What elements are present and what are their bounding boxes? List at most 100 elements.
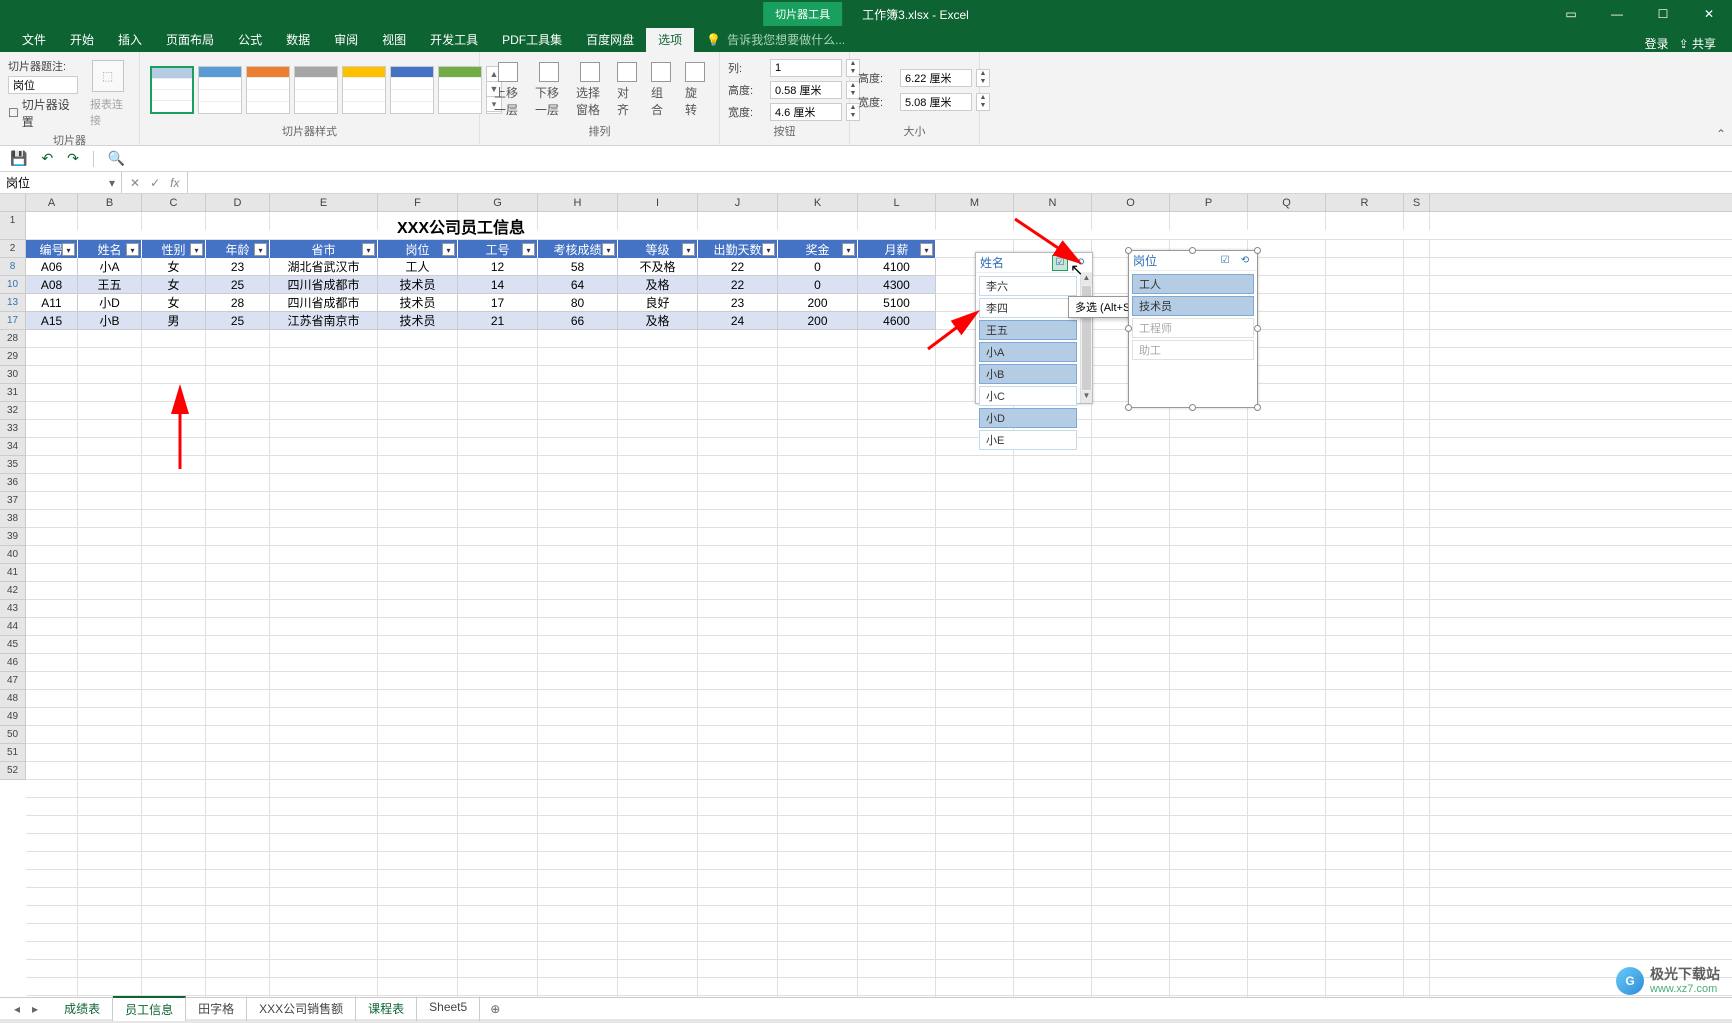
slicer-settings[interactable]: 切片器设置 <box>22 96 78 130</box>
ribbon-display-icon[interactable]: ▭ <box>1548 0 1594 28</box>
table-cell[interactable]: 12 <box>458 258 538 276</box>
filter-button[interactable]: ▾ <box>190 243 203 256</box>
table-cell[interactable]: 小D <box>78 294 142 312</box>
fx-icon[interactable]: fx <box>170 176 179 190</box>
row-header[interactable]: 42 <box>0 582 25 600</box>
row-header[interactable]: 52 <box>0 762 25 780</box>
slicer-item[interactable]: 李六 <box>979 276 1077 296</box>
table-cell[interactable]: 0 <box>778 276 858 294</box>
filter-button[interactable]: ▾ <box>522 243 535 256</box>
slicer-scrollbar[interactable]: ▲ ▼ <box>1080 273 1092 403</box>
col-header[interactable]: L <box>858 194 936 211</box>
slicer-caption-input[interactable] <box>8 76 78 94</box>
table-cell[interactable]: 25 <box>206 312 270 330</box>
table-cell[interactable]: 22 <box>698 258 778 276</box>
cancel-formula-icon[interactable]: ✕ <box>130 176 140 190</box>
filter-button[interactable]: ▾ <box>682 243 695 256</box>
col-header[interactable]: D <box>206 194 270 211</box>
table-cell[interactable]: 四川省成都市 <box>270 276 378 294</box>
table-cell[interactable]: 17 <box>458 294 538 312</box>
table-cell[interactable]: 良好 <box>618 294 698 312</box>
row-header[interactable]: 39 <box>0 528 25 546</box>
col-header[interactable]: P <box>1170 194 1248 211</box>
table-cell[interactable]: 女 <box>142 294 206 312</box>
col-header[interactable]: R <box>1326 194 1404 211</box>
table-cell[interactable]: 技术员 <box>378 294 458 312</box>
ribbon-tab-PDF工具集[interactable]: PDF工具集 <box>490 27 574 52</box>
size-height-input[interactable] <box>900 69 972 87</box>
table-cell[interactable]: 58 <box>538 258 618 276</box>
slicer-item[interactable]: 小C <box>979 386 1077 406</box>
table-cell[interactable]: 0 <box>778 258 858 276</box>
table-cell[interactable]: 4600 <box>858 312 936 330</box>
multi-select-icon[interactable]: ☑ <box>1052 255 1068 271</box>
scroll-down-icon[interactable]: ▼ <box>1081 391 1092 403</box>
close-icon[interactable]: ✕ <box>1686 0 1732 28</box>
col-header[interactable]: N <box>1014 194 1092 211</box>
col-header[interactable]: I <box>618 194 698 211</box>
sheet-tab[interactable]: 课程表 <box>356 996 417 1021</box>
name-box[interactable]: 岗位 ▾ <box>0 172 122 193</box>
table-cell[interactable]: 4300 <box>858 276 936 294</box>
row-header[interactable]: 36 <box>0 474 25 492</box>
table-cell[interactable]: 200 <box>778 294 858 312</box>
row-header[interactable]: 29 <box>0 348 25 366</box>
table-cell[interactable]: 4100 <box>858 258 936 276</box>
ribbon-tab-插入[interactable]: 插入 <box>106 27 154 52</box>
collapse-ribbon-icon[interactable]: ⌃ <box>1716 127 1726 141</box>
col-header[interactable]: H <box>538 194 618 211</box>
filter-button[interactable]: ▾ <box>442 243 455 256</box>
slicer-item[interactable]: 工人 <box>1132 274 1254 294</box>
table-cell[interactable]: 24 <box>698 312 778 330</box>
row-header[interactable]: 51 <box>0 744 25 762</box>
slicer-item[interactable]: 小D <box>979 408 1077 428</box>
row-header[interactable]: 33 <box>0 420 25 438</box>
size-width-input[interactable] <box>900 93 972 111</box>
row-header[interactable]: 1 <box>0 212 25 240</box>
multi-select-icon[interactable]: ☑ <box>1217 253 1233 269</box>
row-header[interactable]: 13 <box>0 294 25 312</box>
table-cell[interactable]: 200 <box>778 312 858 330</box>
table-cell[interactable]: 女 <box>142 258 206 276</box>
name-box-dropdown-icon[interactable]: ▾ <box>109 176 115 190</box>
undo-icon[interactable]: ↶ <box>41 150 53 167</box>
sheet-tab[interactable]: Sheet5 <box>417 996 480 1021</box>
col-header[interactable]: B <box>78 194 142 211</box>
slicer-style-gallery[interactable]: ▲▼▾ <box>148 64 504 116</box>
table-cell[interactable]: 64 <box>538 276 618 294</box>
ribbon-tab-公式[interactable]: 公式 <box>226 27 274 52</box>
share-button[interactable]: ⇪ 共享 <box>1679 35 1716 52</box>
table-cell[interactable]: A08 <box>26 276 78 294</box>
btn-width-input[interactable] <box>770 103 842 121</box>
row-header[interactable]: 32 <box>0 402 25 420</box>
col-header[interactable]: C <box>142 194 206 211</box>
tab-nav-last-icon[interactable]: ▸ <box>28 1000 42 1018</box>
row-header[interactable]: 45 <box>0 636 25 654</box>
row-header[interactable]: 43 <box>0 600 25 618</box>
align-button[interactable]: 对齐 <box>611 60 643 120</box>
col-header[interactable]: M <box>936 194 1014 211</box>
table-cell[interactable]: A15 <box>26 312 78 330</box>
add-sheet-button[interactable]: ⊕ <box>480 999 510 1019</box>
table-cell[interactable]: A11 <box>26 294 78 312</box>
table-cell[interactable]: 25 <box>206 276 270 294</box>
slicer-position[interactable]: 岗位 ☑ ⟲ 工人技术员工程师助工 <box>1128 250 1258 408</box>
table-cell[interactable]: 21 <box>458 312 538 330</box>
slicer-item[interactable]: 助工 <box>1132 340 1254 360</box>
table-cell[interactable]: 小B <box>78 312 142 330</box>
ribbon-tab-页面布局[interactable]: 页面布局 <box>154 27 226 52</box>
filter-button[interactable]: ▾ <box>254 243 267 256</box>
send-backward-button[interactable]: 下移一层 <box>529 60 568 120</box>
tab-nav-first-icon[interactable]: ◂ <box>10 1000 24 1018</box>
ribbon-tab-文件[interactable]: 文件 <box>10 27 58 52</box>
sheet-tab[interactable]: XXX公司销售额 <box>247 996 356 1021</box>
btn-height-input[interactable] <box>770 81 842 99</box>
col-header[interactable]: F <box>378 194 458 211</box>
col-header[interactable]: S <box>1404 194 1430 211</box>
maximize-icon[interactable]: ☐ <box>1640 0 1686 28</box>
table-cell[interactable]: 女 <box>142 276 206 294</box>
row-header[interactable]: 31 <box>0 384 25 402</box>
slicer-item[interactable]: 小B <box>979 364 1077 384</box>
table-cell[interactable]: 22 <box>698 276 778 294</box>
row-header[interactable]: 50 <box>0 726 25 744</box>
